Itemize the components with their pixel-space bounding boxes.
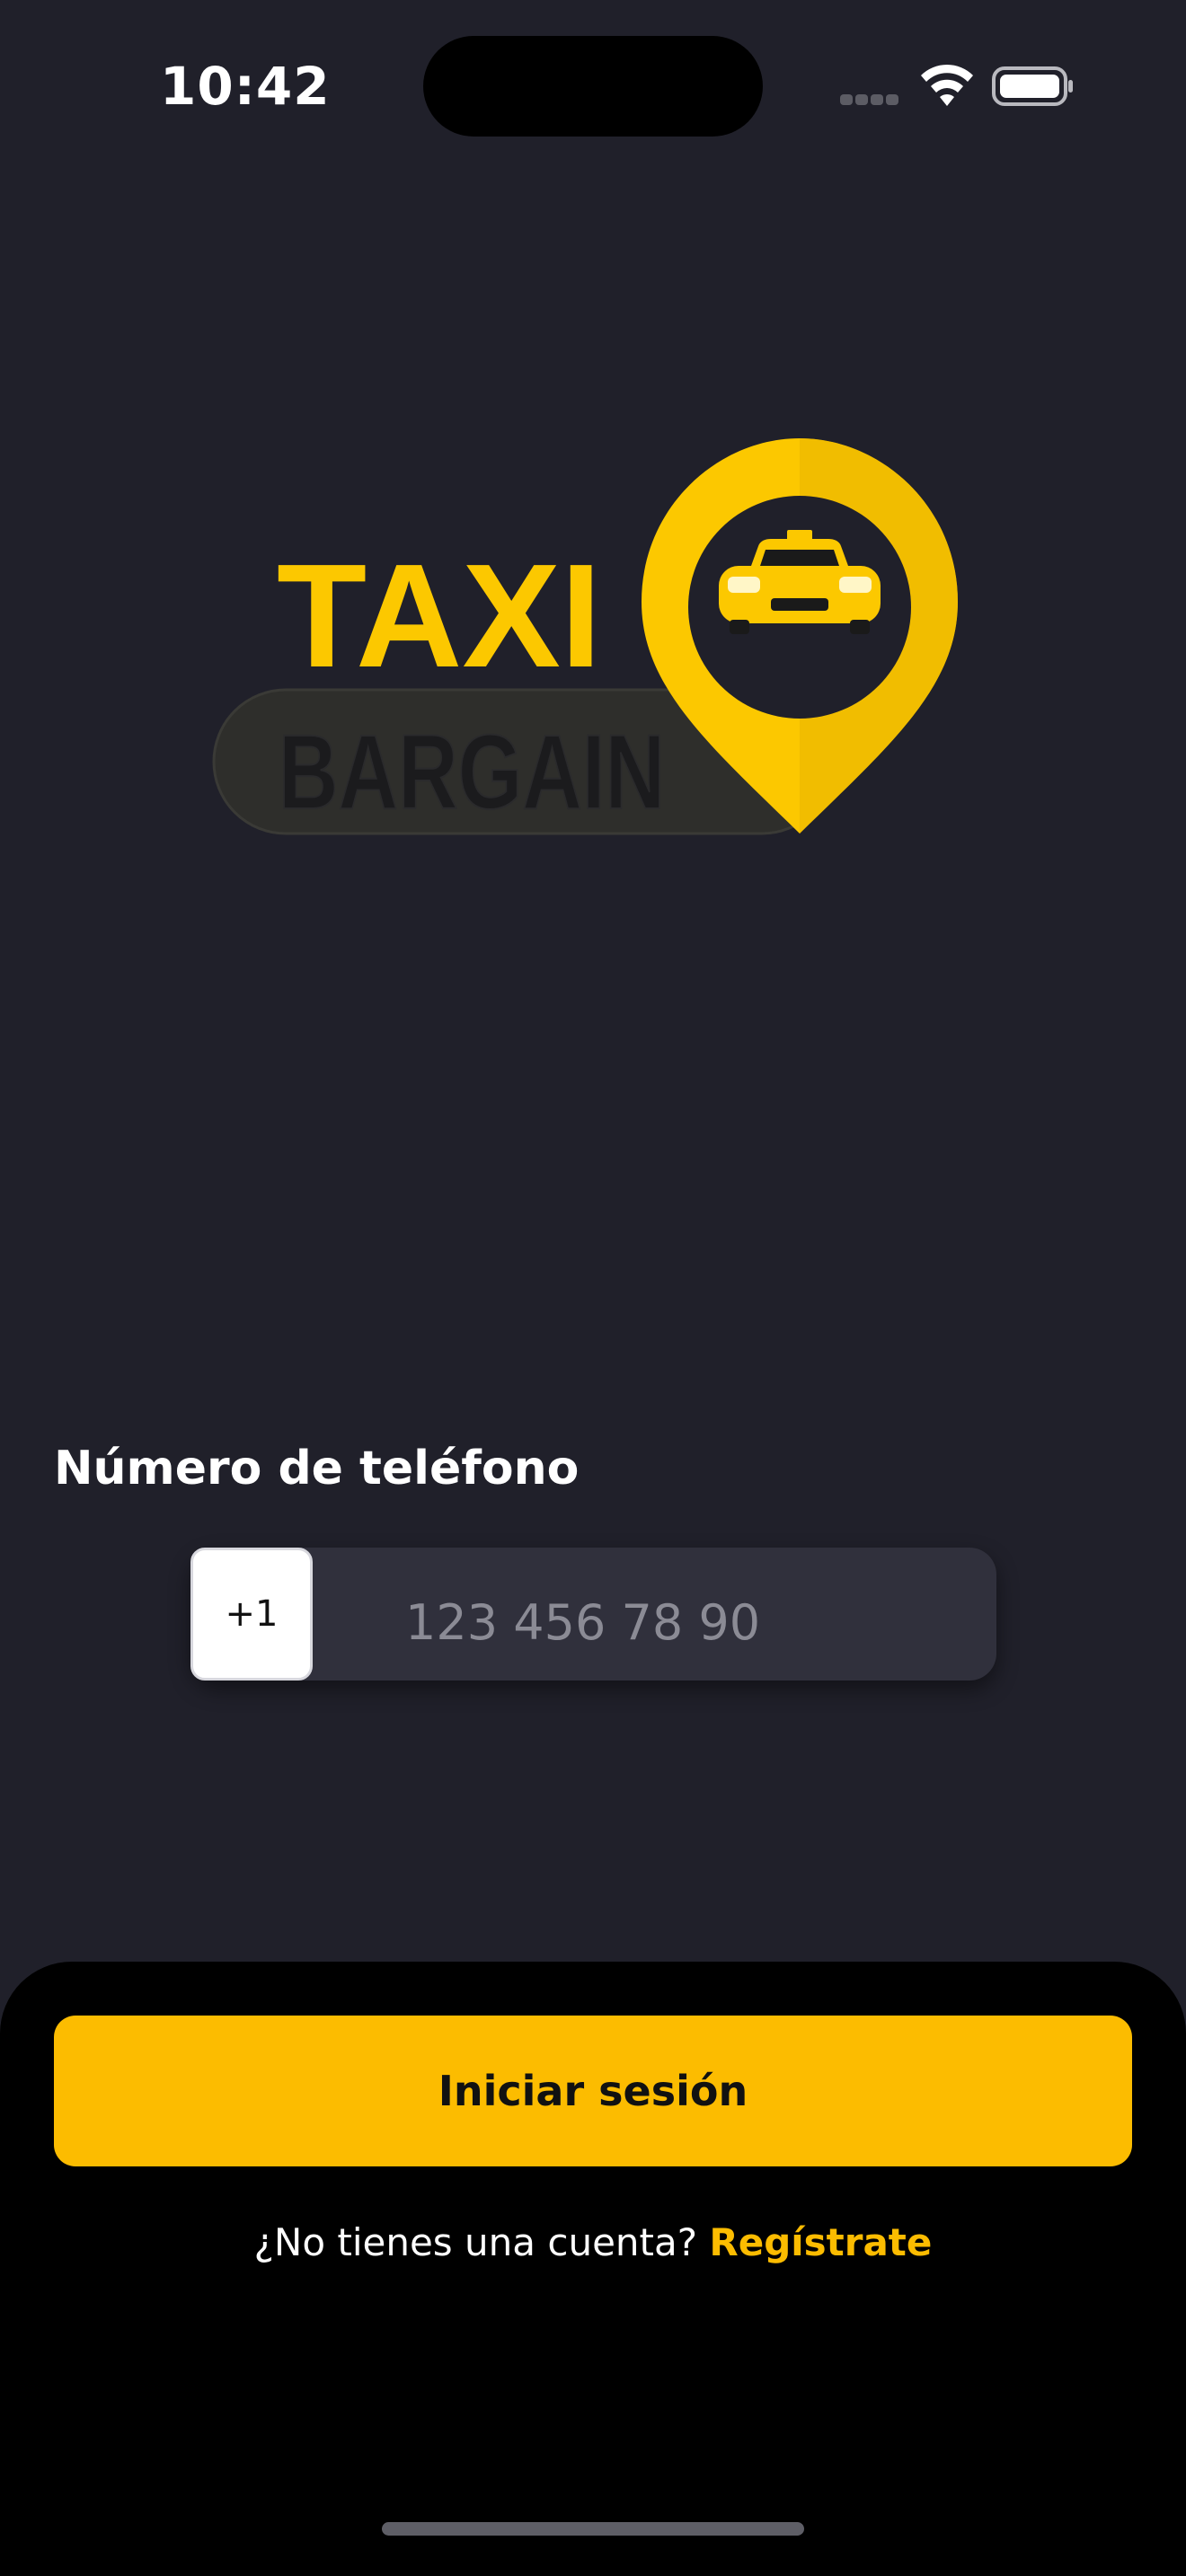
logo-taxi-text: TAXI — [277, 534, 601, 698]
phone-number-label: Número de teléfono — [54, 1442, 580, 1495]
logo-bargain-text: BARGAIN — [279, 713, 665, 832]
country-code-selector[interactable]: +1 — [190, 1548, 313, 1681]
signup-prompt-text: ¿No tienes una cuenta? — [253, 2220, 710, 2264]
phone-input-group: +1 — [190, 1548, 996, 1681]
bottom-action-sheet: Iniciar sesión ¿No tienes una cuenta? Re… — [0, 1962, 1186, 2576]
battery-icon — [992, 66, 1073, 106]
phone-number-input[interactable] — [313, 1548, 996, 1681]
login-button[interactable]: Iniciar sesión — [54, 2016, 1132, 2166]
status-time: 10:42 — [160, 56, 331, 117]
home-indicator — [382, 2522, 804, 2536]
signup-link[interactable]: Regístrate — [709, 2220, 932, 2264]
status-bar: 10:42 — [0, 0, 1186, 171]
taxi-bargain-logo: TAXI BARGAIN — [212, 438, 958, 835]
signup-row: ¿No tienes una cuenta? Regístrate — [0, 2220, 1186, 2264]
wifi-icon — [921, 64, 973, 106]
cellular-signal-icon — [840, 93, 903, 106]
dynamic-island — [423, 36, 763, 137]
